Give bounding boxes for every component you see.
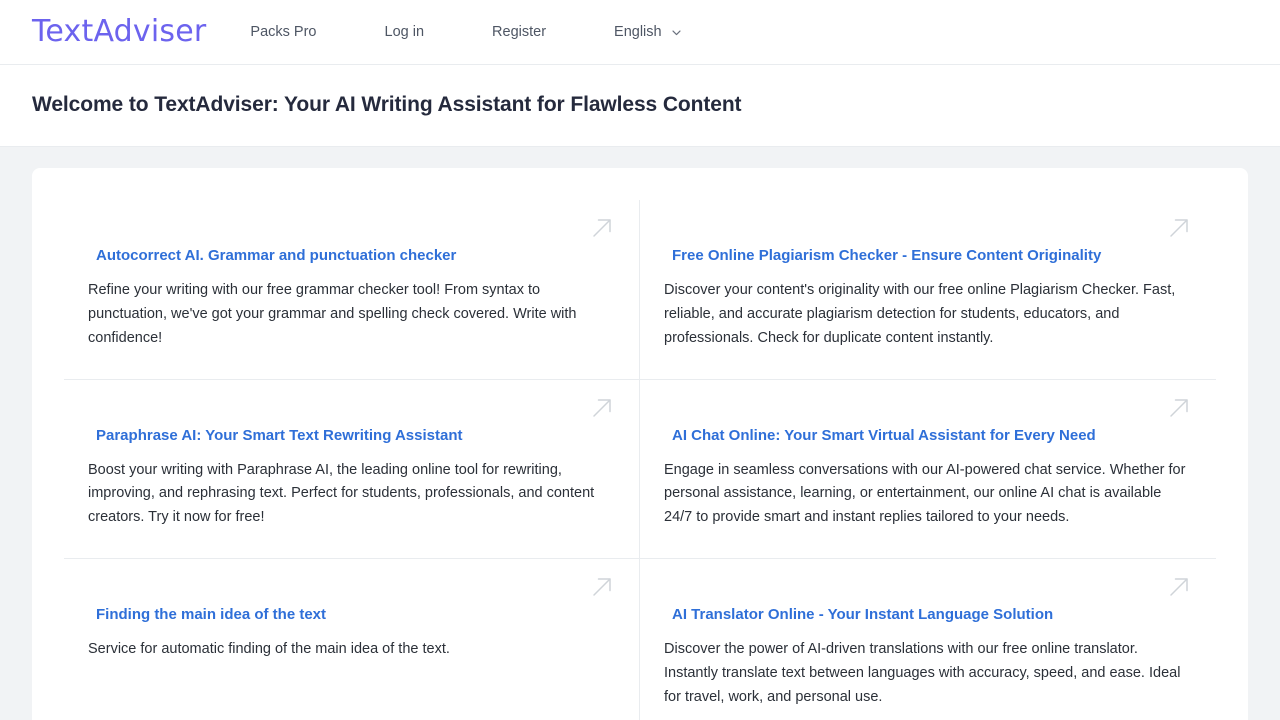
arrow-up-right-icon [589, 574, 615, 600]
arrow-up-right-icon [589, 395, 615, 421]
chevron-down-icon [671, 27, 682, 38]
service-card-title: Free Online Plagiarism Checker - Ensure … [672, 247, 1102, 265]
service-card[interactable]: AI Chat Online: Your Smart Virtual Assis… [640, 379, 1216, 560]
service-card-title: Autocorrect AI. Grammar and punctuation … [96, 247, 457, 265]
service-card[interactable]: Autocorrect AI. Grammar and punctuation … [64, 200, 640, 380]
arrow-up-right-icon [1166, 215, 1192, 241]
service-card[interactable]: Paraphrase AI: Your Smart Text Rewriting… [64, 379, 640, 560]
service-card[interactable]: AI Translator Online - Your Instant Lang… [640, 559, 1216, 720]
service-card-description: Boost your writing with Paraphrase AI, t… [88, 461, 595, 526]
service-card-title: AI Chat Online: Your Smart Virtual Assis… [672, 426, 1096, 444]
nav-register[interactable]: Register [492, 16, 546, 48]
service-card-title: AI Translator Online - Your Instant Lang… [672, 606, 1054, 624]
arrow-up-right-icon [589, 215, 615, 241]
page-title: Welcome to TextAdviser: Your AI Writing … [32, 93, 742, 116]
service-card-description: Service for automatic finding of the mai… [88, 641, 450, 658]
page-heading-band: Welcome to TextAdviser: Your AI Writing … [0, 65, 1280, 148]
language-selector-label: English [614, 24, 662, 40]
service-card-description: Discover the power of AI-driven translat… [664, 641, 1181, 705]
service-card-grid: Autocorrect AI. Grammar and punctuation … [64, 200, 1216, 720]
top-navigation-bar: TextAdviser Packs Pro Log in Register En… [0, 0, 1280, 65]
service-card-title: Finding the main idea of the text [96, 606, 327, 624]
main-nav: Packs Pro Log in Register English [250, 16, 681, 48]
main-content: Autocorrect AI. Grammar and punctuation … [0, 147, 1280, 720]
service-card-title: Paraphrase AI: Your Smart Text Rewriting… [96, 426, 463, 444]
nav-log-in[interactable]: Log in [385, 16, 425, 48]
service-card[interactable]: Free Online Plagiarism Checker - Ensure … [640, 200, 1216, 380]
service-card-description: Refine your writing with our free gramma… [88, 282, 577, 346]
arrow-up-right-icon [1166, 574, 1192, 600]
services-panel: Autocorrect AI. Grammar and punctuation … [32, 168, 1248, 720]
service-card-description: Engage in seamless conversations with ou… [664, 461, 1186, 526]
nav-packs-pro[interactable]: Packs Pro [250, 16, 316, 48]
site-logo[interactable]: TextAdviser [32, 17, 206, 47]
service-card-description: Discover your content's originality with… [664, 282, 1176, 346]
service-card[interactable]: Finding the main idea of the text Servic… [64, 559, 640, 720]
language-selector[interactable]: English [614, 24, 682, 40]
arrow-up-right-icon [1166, 395, 1192, 421]
